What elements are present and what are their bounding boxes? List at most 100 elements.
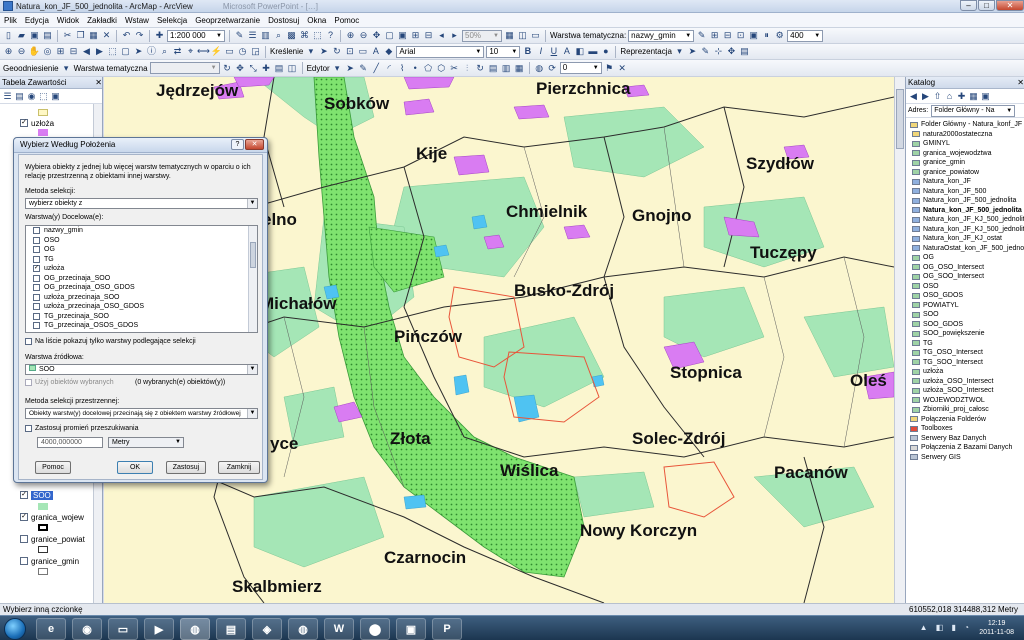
redo-icon[interactable]: ↷	[134, 30, 145, 41]
target-layer-item[interactable]: uzłoża_przecinaja_SOO	[26, 293, 257, 303]
edit-annotation-icon[interactable]: ✎	[358, 63, 369, 74]
select-element-icon[interactable]: ➤	[318, 46, 329, 57]
find-icon[interactable]: ⌕	[159, 46, 170, 57]
edit-vertices-icon[interactable]: ⬠	[423, 63, 434, 74]
representation-edit-icon[interactable]: ✎	[700, 46, 711, 57]
list-by-drawing-order-icon[interactable]: ☰	[2, 91, 13, 102]
connect-folder-icon[interactable]: ✚	[956, 91, 967, 102]
catalog-item[interactable]: Natura_kon_JF_500	[906, 187, 1024, 197]
fixed-zoom-in-icon[interactable]: ⊞	[55, 46, 66, 57]
scrollbar-thumb[interactable]	[896, 89, 904, 149]
use-selected-checkbox[interactable]	[25, 379, 32, 386]
table-of-contents-icon[interactable]: ☰	[247, 30, 258, 41]
catalog-item[interactable]: Natura_kon_JF_500_jednolita	[906, 206, 1024, 216]
buffer-option[interactable]: Zastosuj promień przeszukiwania	[25, 425, 139, 432]
menu-okna[interactable]: Okna	[303, 16, 330, 25]
chevron-down-icon[interactable]: ▾	[61, 63, 72, 74]
layer-visibility-checkbox[interactable]: ✓	[20, 491, 28, 499]
help-button[interactable]: Pomoc	[35, 461, 71, 474]
catalog-item[interactable]: OG_SOO_Intersect	[906, 272, 1024, 282]
fixed-zoom-out-icon[interactable]: ⊟	[68, 46, 79, 57]
catalog-item[interactable]: Toolboxes	[906, 424, 1024, 434]
zoom-100-icon[interactable]: ▣	[397, 30, 408, 41]
close-icon[interactable]: ✕	[1017, 77, 1024, 88]
editor-toolbar-icon[interactable]: ✎	[234, 30, 245, 41]
toggle-contents-icon[interactable]: ▦	[968, 91, 979, 102]
select-features-icon[interactable]: ⬚	[107, 46, 118, 57]
buffer-distance-input[interactable]: 4000,000000	[37, 437, 103, 448]
target-layer-item[interactable]: nazwy_gmin	[26, 226, 257, 236]
fill-color-icon[interactable]: ◧	[574, 46, 585, 57]
selection-method-select[interactable]: wybierz obiekty z ▼	[25, 198, 258, 209]
catalog-item[interactable]: Natura_kon_JF_KJ_500_jednolita	[906, 215, 1024, 225]
zoom-to-selected-icon[interactable]: ⊡	[344, 46, 355, 57]
create-features-icon[interactable]: ▦	[514, 63, 525, 74]
search-icon[interactable]: ⌕	[273, 30, 284, 41]
catalog-item[interactable]: TG_OSO_Intersect	[906, 348, 1024, 358]
catalog-item[interactable]: Natura_kon_JF_KJ_ostat	[906, 234, 1024, 244]
previous-extent-icon[interactable]: ◀	[81, 46, 92, 57]
catalog-item[interactable]: Serwery GIS	[906, 453, 1024, 463]
globe-icon[interactable]: ◍	[534, 63, 545, 74]
help-icon[interactable]: ?	[325, 30, 336, 41]
target-layer-item[interactable]: OG	[26, 245, 257, 255]
go-to-xy-icon[interactable]: ⌖	[185, 46, 196, 57]
stop-taskbar-icon[interactable]: ⬤	[360, 618, 390, 640]
representation-menu[interactable]: Reprezentacja	[620, 47, 672, 56]
clear-selection-icon[interactable]: ▢	[120, 46, 131, 57]
layout-back-icon[interactable]: ◂	[436, 30, 447, 41]
layer-visibility-checkbox[interactable]: ✓	[20, 119, 28, 127]
system-clock[interactable]: 12:19 2011-11-08	[979, 619, 1014, 637]
next-extent-icon[interactable]: ▶	[94, 46, 105, 57]
toggle-draft-mode-icon[interactable]: ▦	[504, 30, 515, 41]
up-folder-icon[interactable]: ⇧	[932, 91, 943, 102]
catalog-item[interactable]: uzłoża	[906, 367, 1024, 377]
trace-icon[interactable]: ⌇	[397, 63, 408, 74]
menu-zakladki[interactable]: Zakładki	[83, 16, 121, 25]
word-taskbar-icon[interactable]: W	[324, 618, 354, 640]
arcmap-app-icon[interactable]	[3, 1, 13, 11]
target-layer-checkbox[interactable]	[33, 274, 40, 282]
maximize-button[interactable]: □	[978, 0, 995, 11]
rotate-tool-icon[interactable]: ↻	[475, 63, 486, 74]
buffer-unit-select[interactable]: Metry ▼	[108, 437, 184, 448]
label-options-icon[interactable]: ⚙	[774, 30, 785, 41]
point-icon[interactable]: •	[410, 63, 421, 74]
representation-tool-icon[interactable]: ⊹	[713, 46, 724, 57]
copy-icon[interactable]: ❐	[75, 30, 86, 41]
lock-labels-icon[interactable]: ⊡	[735, 30, 746, 41]
catalog-item[interactable]: GMINYL	[906, 139, 1024, 149]
target-layer-item[interactable]: TG_przecinaja_OSOS_GDOS	[26, 321, 257, 331]
catalog-item[interactable]: Połączenia Folderów	[906, 415, 1024, 425]
add-control-points-icon[interactable]: ✚	[261, 63, 272, 74]
buffer-checkbox[interactable]	[25, 425, 32, 432]
list-by-source-icon[interactable]: ▤	[14, 91, 25, 102]
georef-layer-combo[interactable]: ▼	[149, 62, 220, 74]
target-layer-checkbox[interactable]	[33, 246, 40, 254]
close-window-button[interactable]: ✕	[996, 0, 1024, 11]
paste-icon[interactable]: ▦	[88, 30, 99, 41]
shift-raster-icon[interactable]: ✥	[235, 63, 246, 74]
target-layer-checkbox[interactable]	[33, 293, 40, 301]
catalog-item[interactable]: OG_OSO_Intersect	[906, 263, 1024, 273]
marker-icon[interactable]: ◆	[383, 46, 394, 57]
toc-layer-granice-gmin[interactable]: granice_gmin	[20, 555, 79, 567]
firefox-taskbar-icon[interactable]: ◉	[72, 618, 102, 640]
save-icon[interactable]: ▣	[29, 30, 40, 41]
target-layer-checkbox[interactable]: ✓	[33, 265, 40, 273]
address-combo[interactable]: Folder Główny - Na ▼	[931, 104, 1016, 117]
add-data-icon[interactable]: ✚	[154, 30, 165, 41]
explorer-taskbar-icon[interactable]: ▭	[108, 618, 138, 640]
open-icon[interactable]: ▰	[16, 30, 27, 41]
chevron-down-icon[interactable]: ▾	[674, 46, 685, 57]
catalog-item[interactable]: SOO_powiększenie	[906, 329, 1024, 339]
catalog-item[interactable]: OSO_GDOS	[906, 291, 1024, 301]
ie-taskbar-icon[interactable]: e	[36, 618, 66, 640]
underline-icon[interactable]: U	[548, 46, 559, 57]
arcmap-taskbar-icon[interactable]: ◍	[180, 618, 210, 640]
target-layer-checkbox[interactable]	[33, 322, 40, 330]
catalog-item[interactable]: OG	[906, 253, 1024, 263]
close-icon[interactable]: ✕	[95, 77, 102, 88]
back-icon[interactable]: ◀	[908, 91, 919, 102]
reshape-feature-icon[interactable]: ⬡	[436, 63, 447, 74]
